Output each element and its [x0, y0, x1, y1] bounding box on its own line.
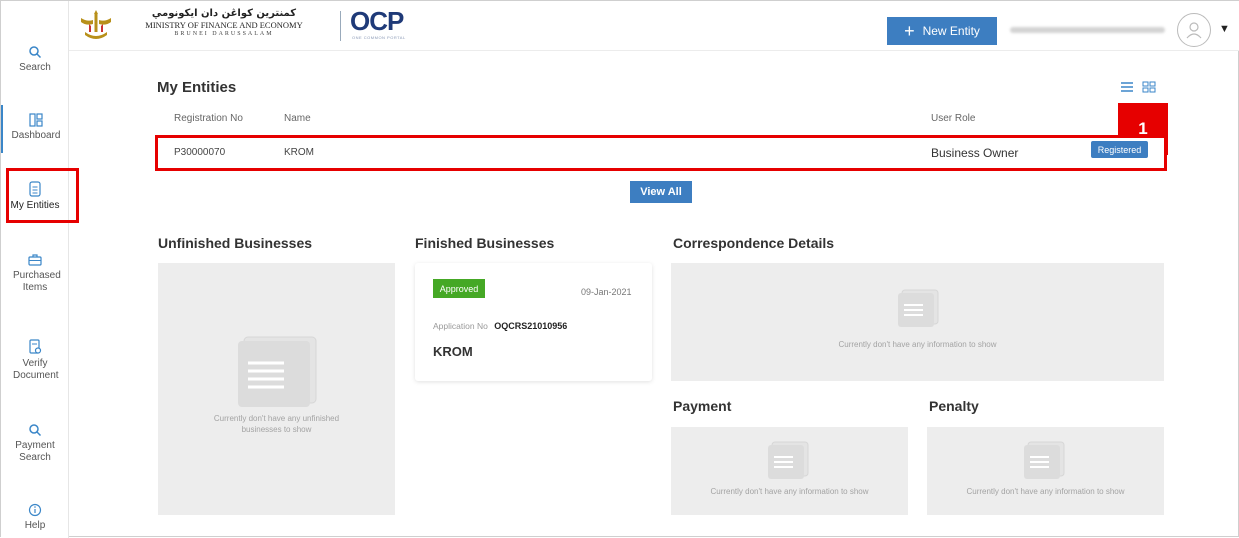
document-icon	[29, 181, 41, 197]
application-number-value: OQCRS21010956	[494, 321, 568, 331]
user-icon	[1186, 22, 1202, 39]
new-entity-label: New Entity	[922, 24, 980, 38]
chevron-down-icon[interactable]: ▼	[1219, 23, 1230, 35]
application-number: Application No OQCRS21010956	[433, 321, 567, 331]
penalty-panel: Currently don't have any information to …	[927, 427, 1164, 515]
sidebar-item-label: Search	[19, 62, 51, 73]
sidebar-item-my-entities[interactable]: My Entities	[1, 181, 69, 211]
card-entity-name: KROM	[433, 344, 473, 359]
header-divider	[340, 11, 341, 41]
empty-document-icon	[898, 289, 939, 327]
unfinished-empty-line1: Currently don't have any unfinished	[213, 414, 340, 423]
finished-business-card[interactable]: Approved 09-Jan-2021 Application No OQCR…	[415, 263, 652, 381]
sidebar-item-payment-search[interactable]: Payment Search	[1, 423, 69, 464]
sidebar-item-label: Help	[24, 520, 46, 531]
ministry-title: كمنترين كواڠن دان ايكونومي MINISTRY OF F…	[119, 7, 329, 38]
column-header-registration-no: Registration No	[174, 113, 243, 124]
column-header-name: Name	[284, 113, 311, 124]
sidebar-item-search[interactable]: Search	[1, 45, 69, 73]
card-date: 09-Jan-2021	[581, 287, 632, 297]
sidebar: Search Dashboard My Entities Purchased I…	[1, 1, 69, 538]
plus-icon: +	[904, 21, 915, 41]
correspondence-panel: Currently don't have any information to …	[671, 263, 1164, 381]
sidebar-item-dashboard[interactable]: Dashboard	[1, 105, 69, 153]
ocp-logo-subtitle: ONE COMMON PORTAL	[352, 35, 406, 40]
finished-businesses-title: Finished Businesses	[415, 235, 555, 251]
penalty-title: Penalty	[929, 398, 979, 414]
unfinished-businesses-title: Unfinished Businesses	[158, 235, 313, 251]
empty-document-icon	[768, 441, 809, 479]
payment-title: Payment	[673, 398, 732, 414]
verify-document-icon	[29, 339, 42, 354]
sidebar-item-label: My Entities	[10, 200, 60, 211]
brunei-crest-icon	[81, 10, 111, 39]
correspondence-details-title: Correspondence Details	[673, 235, 835, 251]
sidebar-item-verify-document[interactable]: Verify Document	[1, 339, 69, 382]
entity-user-role: Business Owner	[931, 146, 1019, 160]
unfinished-empty-line2: businesses to show	[241, 425, 312, 434]
penalty-empty-text: Currently don't have any information to …	[966, 487, 1125, 496]
view-all-button[interactable]: View All	[630, 181, 692, 203]
ministry-country: BRUNEI DARUSSALAM	[174, 31, 274, 37]
approved-badge: Approved	[433, 279, 485, 298]
user-name-redacted	[1010, 27, 1165, 33]
correspondence-empty-text: Currently don't have any information to …	[838, 340, 997, 349]
sidebar-item-purchased-items[interactable]: Purchased Items	[1, 253, 69, 294]
dashboard-icon	[29, 113, 43, 127]
new-entity-button[interactable]: + New Entity	[887, 17, 997, 45]
column-header-user-role: User Role	[931, 113, 976, 124]
empty-document-icon	[1024, 441, 1065, 479]
search-icon	[29, 46, 42, 59]
ocp-logo: OCP	[350, 6, 404, 36]
status-badge: Registered	[1091, 141, 1148, 158]
briefcase-icon	[28, 254, 42, 266]
unfinished-businesses-panel: Currently don't have any unfinished busi…	[158, 263, 395, 515]
info-icon	[28, 503, 42, 517]
sidebar-item-label: Dashboard	[11, 130, 61, 141]
entity-name: KROM	[284, 147, 314, 158]
application-number-label: Application No	[433, 321, 488, 331]
sidebar-item-label: Payment Search	[15, 440, 55, 463]
grid-view-icon[interactable]	[1142, 81, 1156, 93]
payment-empty-text: Currently don't have any information to …	[710, 487, 869, 496]
ministry-title-arabic: كمنترين كواڠن دان ايكونومي	[151, 8, 297, 19]
sidebar-item-label: Verify Document	[13, 358, 59, 381]
list-view-icon[interactable]	[1120, 81, 1134, 93]
ministry-title-english: MINISTRY OF FINANCE AND ECONOMY	[145, 20, 303, 30]
avatar[interactable]	[1177, 13, 1211, 47]
view-toggle	[1120, 81, 1156, 93]
my-entities-title: My Entities	[157, 79, 237, 96]
header: كمنترين كواڠن دان ايكونومي MINISTRY OF F…	[69, 1, 1239, 51]
sidebar-item-help[interactable]: Help	[1, 503, 69, 531]
app-frame: Search Dashboard My Entities Purchased I…	[0, 0, 1239, 538]
search-icon	[29, 424, 42, 437]
sidebar-item-label: Purchased Items	[13, 270, 61, 293]
entity-registration-no: P30000070	[174, 147, 226, 158]
empty-document-icon	[238, 336, 317, 407]
payment-panel: Currently don't have any information to …	[671, 427, 908, 515]
